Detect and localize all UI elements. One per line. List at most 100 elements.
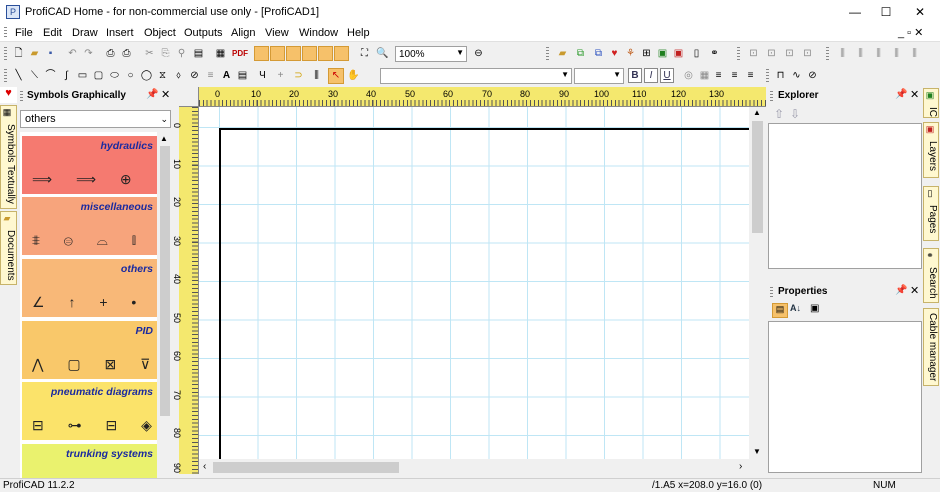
bus-icon[interactable]: ⫼ (310, 69, 323, 82)
menu-draw[interactable]: Draw (72, 27, 98, 39)
textbox-icon[interactable]: ▤ (236, 69, 249, 82)
rounded-rect-icon[interactable]: ▢ (92, 69, 105, 82)
close-panel-icon[interactable]: ✕ (910, 88, 919, 101)
text-icon[interactable]: A (220, 69, 233, 82)
pin-icon[interactable]: 📌 (146, 89, 158, 100)
scroll-thumb[interactable] (160, 146, 170, 416)
menu-align[interactable]: Align (231, 27, 255, 39)
menu-view[interactable]: View (265, 27, 289, 39)
network-icon[interactable]: ⧉ (592, 47, 605, 60)
categorized-icon[interactable]: ▤ (772, 303, 788, 318)
symbols-scrollbar[interactable]: ▲ (157, 132, 173, 478)
panel-grip[interactable] (770, 91, 773, 101)
close-panel-icon[interactable]: ✕ (910, 284, 919, 297)
arrow-down-icon[interactable]: ⇩ (790, 107, 800, 121)
distribute-icon[interactable]: ⫼ (890, 47, 903, 60)
ellipse-seg-icon[interactable]: ⊘ (188, 69, 201, 82)
category-hydraulics[interactable]: hydraulics ⟹ ⟹ ⊕ (22, 136, 157, 194)
arrow-up-icon[interactable]: ⇧ (774, 107, 784, 121)
print-preview-icon[interactable]: ⎙ (104, 47, 117, 60)
toolbar-grip[interactable] (4, 47, 7, 61)
tab-pages[interactable]: ▯ Pages (923, 186, 939, 241)
pin-icon[interactable]: 📌 (895, 89, 907, 100)
align-text-left-icon[interactable]: ≡ (712, 69, 725, 82)
tree-icon[interactable]: ⧉ (574, 47, 587, 60)
pin-icon[interactable]: 📌 (895, 285, 907, 296)
menu-grip[interactable] (4, 27, 7, 39)
distribute-icon[interactable]: ⫼ (872, 47, 885, 60)
new-icon[interactable]: 🗋 (12, 47, 25, 60)
sort-alphabetical-icon[interactable]: A↓ (790, 303, 801, 313)
menu-insert[interactable]: Insert (106, 27, 134, 39)
pages-icon[interactable]: ▯ (690, 47, 703, 60)
close-panel-icon[interactable]: ✕ (161, 88, 170, 101)
diamond-icon[interactable]: ⬨ (172, 69, 185, 82)
font-family-combo[interactable]: ▼ (380, 68, 572, 84)
tab-cable-manager[interactable]: Cable manager (923, 308, 939, 386)
category-pid[interactable]: PID ⋀ ▢ ⊠ ⊽ (22, 321, 157, 379)
ellipse-icon[interactable]: ⬭ (108, 69, 121, 82)
align-right-icon[interactable] (286, 46, 301, 61)
toolbar-grip[interactable] (546, 47, 549, 61)
category-pneumatic-diagrams[interactable]: pneumatic diagrams ⊟ ⊶ ⊟ ◈ (22, 382, 157, 440)
menu-edit[interactable]: Edit (43, 27, 62, 39)
category-trunking-systems[interactable]: trunking systems (22, 444, 157, 478)
bezier-icon[interactable]: ≡ (204, 69, 217, 82)
cut-icon[interactable]: ✂ (143, 47, 156, 60)
dimension-angle-icon[interactable]: ∿ (790, 69, 803, 82)
properties-grid[interactable] (768, 321, 922, 473)
circle-arc-icon[interactable]: ◯ (140, 69, 153, 82)
print-icon[interactable]: ⎙ (120, 47, 133, 60)
undo-icon[interactable]: ↶ (66, 47, 79, 60)
select-arrow-icon[interactable]: ↖ (328, 68, 344, 84)
wire-icon[interactable]: Ч (256, 69, 269, 82)
scroll-left-icon[interactable]: ‹ (203, 461, 206, 472)
redo-icon[interactable]: ↷ (82, 47, 95, 60)
open-icon[interactable]: ▰ (28, 47, 41, 60)
panel-grip[interactable] (770, 287, 773, 297)
align-bottom-icon[interactable] (334, 46, 349, 61)
zoom-combo[interactable]: 100% ▼ (395, 46, 467, 62)
component-icon[interactable]: ▣ (656, 47, 669, 60)
zoom-icon[interactable]: 🔍 (376, 47, 389, 60)
scroll-up-icon[interactable]: ▲ (753, 108, 761, 117)
copy-icon[interactable]: ⎘ (159, 47, 172, 60)
tab-ic[interactable]: ▣ IC (923, 88, 939, 118)
scroll-up-icon[interactable]: ▲ (160, 134, 168, 143)
text-color-icon[interactable]: ◎ (682, 69, 695, 82)
scroll-thumb[interactable] (752, 121, 763, 233)
panel-grip[interactable] (20, 91, 23, 101)
menu-file[interactable]: File (15, 27, 33, 39)
bold-icon[interactable]: B (628, 68, 642, 83)
scroll-thumb[interactable] (213, 462, 399, 473)
ruler-icon[interactable]: ⊞ (640, 47, 653, 60)
back-icon[interactable]: ⊡ (801, 47, 814, 60)
rectangle-icon[interactable]: ▭ (76, 69, 89, 82)
toolbar-grip[interactable] (737, 47, 740, 61)
curve-icon[interactable]: ∫ (60, 69, 73, 82)
tab-layers[interactable]: ▣ Layers (923, 122, 939, 178)
arc-icon[interactable]: ⌒ (44, 69, 57, 82)
front-icon[interactable]: ⊡ (783, 47, 796, 60)
polyline-icon[interactable]: ⟍ (28, 69, 41, 82)
favorites-heart-icon[interactable]: ♥ (0, 87, 17, 103)
no-entry-icon[interactable]: ⊘ (806, 69, 819, 82)
zoom-out-icon[interactable]: ⊖ (472, 47, 485, 60)
menu-outputs[interactable]: Outputs (184, 27, 223, 39)
toolbar-grip[interactable] (826, 47, 829, 61)
group-icon[interactable]: ⊡ (747, 47, 760, 60)
zoom-fit-icon[interactable]: ⛶ (358, 47, 371, 60)
distribute-icon[interactable]: ⫼ (908, 47, 921, 60)
x-shape-icon[interactable]: ⧖ (156, 69, 169, 82)
binoculars-icon[interactable]: ⚭ (708, 47, 721, 60)
property-pages-icon[interactable]: ▣ (810, 303, 819, 314)
tab-symbols-textually[interactable]: ▦ Symbols Textually (0, 105, 17, 209)
line-icon[interactable]: ╲ (12, 69, 25, 82)
font-size-combo[interactable]: ▼ (574, 68, 624, 84)
mdi-controls[interactable]: _ ▫ ✕ (898, 26, 923, 39)
close-button[interactable]: ✕ (900, 0, 940, 24)
category-others[interactable]: others ∠ ↑ + • (22, 259, 157, 317)
align-text-center-icon[interactable]: ≡ (728, 69, 741, 82)
layers-icon[interactable]: ▣ (672, 47, 685, 60)
tab-documents[interactable]: ▰ Documents (0, 211, 17, 285)
